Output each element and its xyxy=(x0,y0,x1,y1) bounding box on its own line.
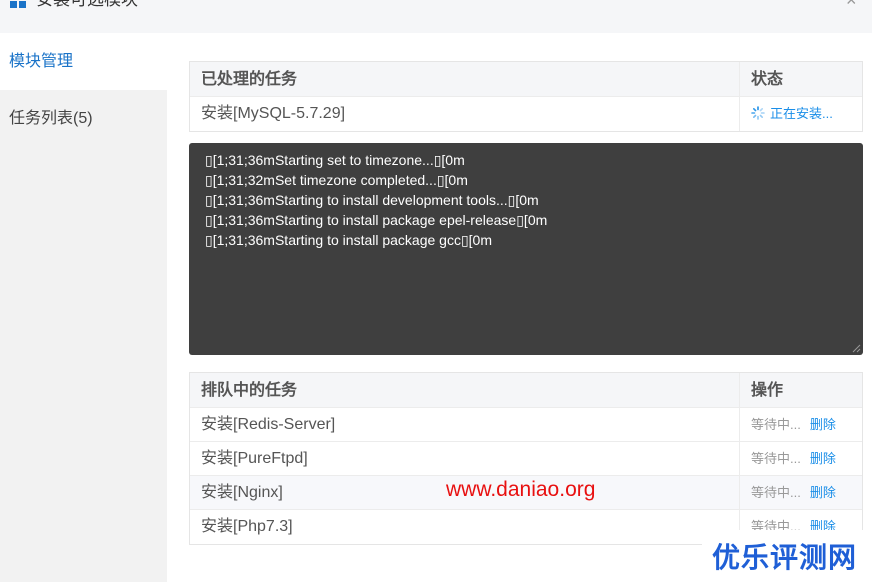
waiting-status: 等待中... xyxy=(751,451,801,466)
sidebar-item-module-management[interactable]: 模块管理 xyxy=(0,33,167,90)
task-name: 安装[Php7.3] xyxy=(190,510,740,544)
log-line: ▯[1;31;36mStarting to install package ep… xyxy=(205,212,548,228)
column-header-status: 状态 xyxy=(751,71,784,88)
installing-status: 正在安装... xyxy=(751,106,833,121)
log-line: ▯[1;31;36mStarting to install package gc… xyxy=(205,232,492,248)
task-action-cell: 等待中... 删除 xyxy=(740,442,862,475)
install-log-console[interactable]: ▯[1;31;36mStarting set to timezone...▯[0… xyxy=(189,143,863,355)
column-header-action: 操作 xyxy=(751,382,784,399)
table-row: 安装[PureFtpd] 等待中... 删除 xyxy=(190,442,862,476)
waiting-status: 等待中... xyxy=(751,485,801,500)
table-header: 已处理的任务 状态 xyxy=(190,62,862,97)
window-titlebar: 安装可选模块 × xyxy=(0,0,872,33)
sidebar-item-label: 任务列表(5) xyxy=(9,110,93,127)
window-title: 安装可选模块 xyxy=(36,0,138,10)
watermark-text: www.daniao.org xyxy=(446,478,596,501)
sidebar: 模块管理 任务列表(5) xyxy=(0,33,167,582)
table-row: 安装[MySQL-5.7.29] 正在安装... xyxy=(190,97,862,131)
delete-button[interactable]: 删除 xyxy=(810,485,836,500)
task-action-cell: 等待中... 删除 xyxy=(740,408,862,441)
loading-spinner-icon xyxy=(751,106,765,120)
delete-button[interactable]: 删除 xyxy=(810,451,836,466)
log-line: ▯[1;31;36mStarting to install developmen… xyxy=(205,192,539,208)
task-action-cell: 等待中... 删除 xyxy=(740,476,862,509)
task-status-cell: 正在安装... xyxy=(740,97,862,131)
log-line: ▯[1;31;32mSet timezone completed...▯[0m xyxy=(205,172,468,188)
status-text: 正在安装... xyxy=(770,106,833,121)
delete-button[interactable]: 删除 xyxy=(810,417,836,432)
column-header-task: 排队中的任务 xyxy=(190,373,740,407)
sidebar-item-label: 模块管理 xyxy=(9,53,74,70)
task-name: 安装[PureFtpd] xyxy=(190,442,740,475)
queued-tasks-table: 排队中的任务 操作 安装[Redis-Server] 等待中... 删除 安装[P… xyxy=(189,372,863,545)
log-line: ▯[1;31;36mStarting set to timezone...▯[0… xyxy=(205,152,465,168)
grid-icon xyxy=(10,1,26,8)
task-name: 安装[MySQL-5.7.29] xyxy=(190,97,740,131)
close-icon[interactable]: × xyxy=(846,0,862,9)
column-header-task: 已处理的任务 xyxy=(190,62,740,96)
resize-handle-icon[interactable] xyxy=(851,343,861,353)
waiting-status: 等待中... xyxy=(751,417,801,432)
task-name: 安装[Redis-Server] xyxy=(190,408,740,441)
sidebar-item-task-list[interactable]: 任务列表(5) xyxy=(0,90,167,147)
corner-badge: 优乐评测网 xyxy=(702,530,872,582)
table-row: 安装[Redis-Server] 等待中... 删除 xyxy=(190,408,862,442)
processed-tasks-table: 已处理的任务 状态 安装[MySQL-5.7.29] 正在安装... xyxy=(189,61,863,132)
table-header: 排队中的任务 操作 xyxy=(190,373,862,408)
corner-badge-text: 优乐评测网 xyxy=(712,541,858,574)
